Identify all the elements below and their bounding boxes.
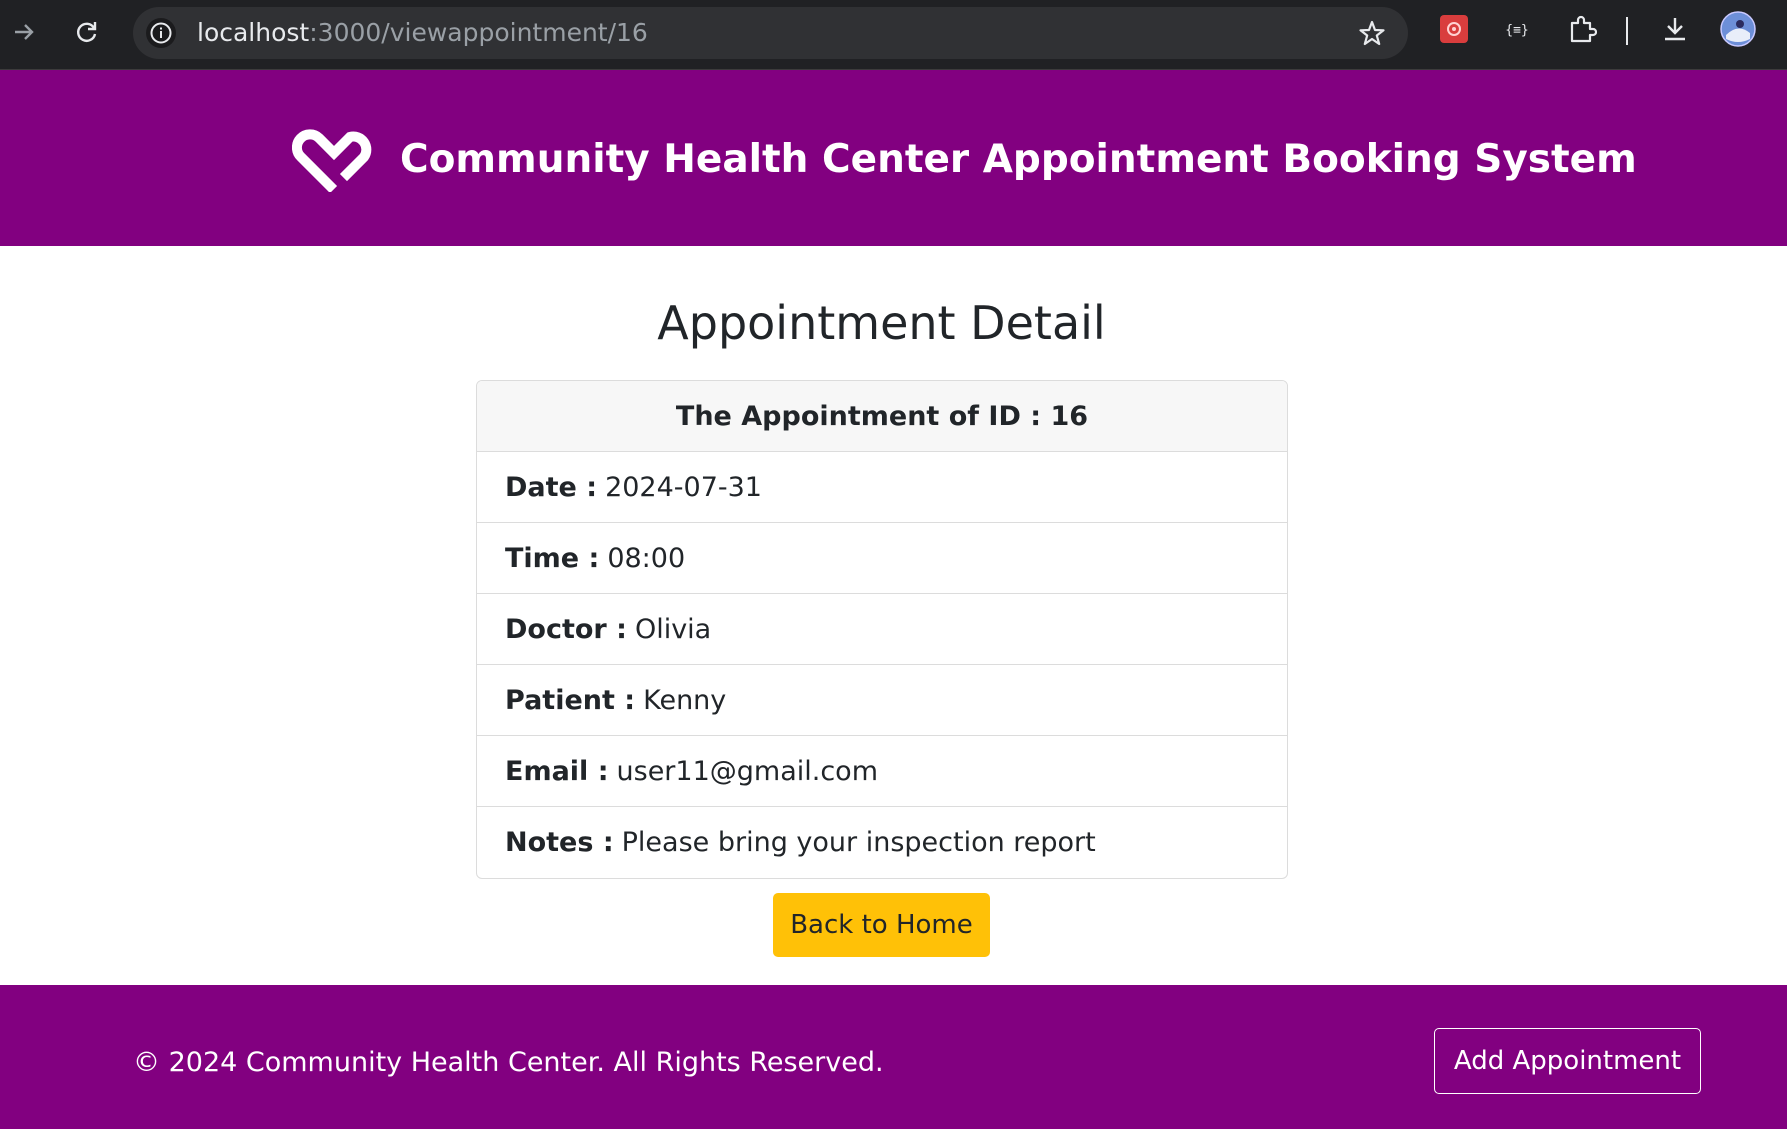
browser-toolbar: localhost:3000/viewappointment/16 {≡}: [0, 0, 1787, 70]
back-to-home-button[interactable]: Back to Home: [773, 893, 990, 957]
card-header: The Appointment of ID : 16: [477, 381, 1287, 452]
site-title[interactable]: Community Health Center Appointment Book…: [400, 136, 1637, 184]
address-bar[interactable]: localhost:3000/viewappointment/16: [133, 7, 1408, 59]
reload-icon[interactable]: [69, 14, 105, 50]
row-label: Time :: [505, 542, 600, 574]
profile-avatar[interactable]: [1720, 11, 1756, 47]
row-value: Olivia: [634, 613, 712, 645]
row-value: 2024-07-31: [605, 471, 762, 503]
row-label: Notes :: [505, 827, 614, 858]
row-value: user11@gmail.com: [616, 755, 878, 787]
appointment-time-row: Time : 08:00: [477, 523, 1287, 594]
extension-red-icon[interactable]: [1438, 13, 1470, 45]
copyright-text: © 2024 Community Health Center. All Righ…: [133, 1047, 884, 1078]
appointment-card: The Appointment of ID : 16 Date : 2024-0…: [476, 380, 1288, 879]
appointment-patient-row: Patient : Kenny: [477, 665, 1287, 736]
heart-logo-icon[interactable]: [291, 122, 372, 194]
svg-text:{≡}: {≡}: [1505, 23, 1528, 38]
site-footer: © 2024 Community Health Center. All Righ…: [0, 985, 1787, 1129]
appointment-email-row: Email : user11@gmail.com: [477, 736, 1287, 807]
json-extension-icon[interactable]: {≡}: [1501, 13, 1533, 45]
add-appointment-button[interactable]: Add Appointment: [1434, 1028, 1701, 1094]
info-icon[interactable]: [146, 18, 176, 48]
row-value: Kenny: [643, 684, 727, 716]
row-label: Patient :: [505, 684, 636, 716]
url-text: localhost:3000/viewappointment/16: [197, 19, 648, 47]
row-label: Date :: [505, 471, 598, 503]
row-value: Please bring your inspection report: [621, 827, 1096, 858]
site-header: Community Health Center Appointment Book…: [0, 70, 1787, 246]
appointment-notes-row: Notes : Please bring your inspection rep…: [477, 807, 1287, 878]
row-label: Doctor :: [505, 613, 627, 645]
forward-icon[interactable]: [6, 14, 42, 50]
url-host: localhost: [197, 18, 310, 47]
row-value: 08:00: [607, 542, 686, 574]
appointment-doctor-row: Doctor : Olivia: [477, 594, 1287, 665]
page-title: Appointment Detail: [657, 296, 1106, 350]
url-path: :3000/viewappointment/16: [309, 18, 648, 47]
puzzle-icon[interactable]: [1566, 13, 1598, 45]
appointment-date-row: Date : 2024-07-31: [477, 452, 1287, 523]
row-label: Email :: [505, 755, 609, 787]
download-icon[interactable]: [1659, 13, 1691, 45]
star-icon[interactable]: [1358, 19, 1386, 47]
toolbar-divider: [1626, 17, 1628, 45]
